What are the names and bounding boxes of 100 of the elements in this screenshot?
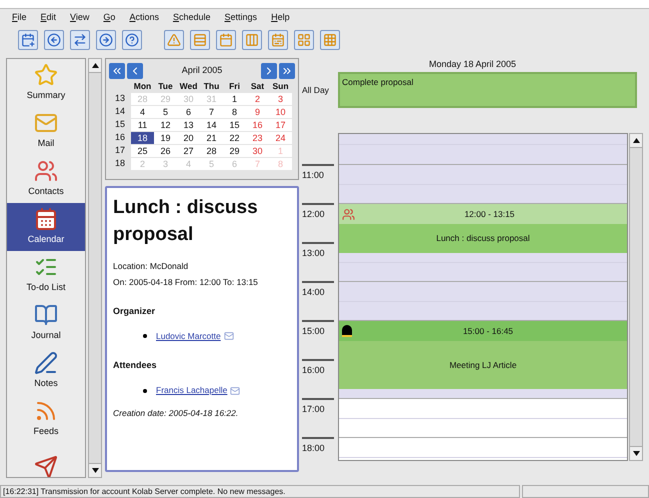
people-icon [34, 159, 58, 184]
day-cell[interactable]: 18 [131, 132, 154, 144]
day-cell[interactable]: 22 [223, 132, 246, 144]
all-day-event[interactable]: Complete proposal [338, 72, 637, 108]
day-cell[interactable]: 12 [154, 118, 177, 130]
envelope-icon[interactable] [230, 386, 240, 396]
forward-icon[interactable] [96, 30, 116, 50]
organizer-heading: Organizer [113, 304, 156, 318]
month-label: April 2005 [182, 64, 222, 78]
double-left-icon [111, 65, 123, 77]
organizer-link[interactable]: Ludovic Marcotte [156, 330, 221, 343]
previous-month-button[interactable] [127, 63, 143, 79]
day-cell[interactable]: 9 [246, 106, 269, 118]
sidebar-item[interactable]: Summary [7, 59, 85, 107]
day-cell[interactable]: 26 [154, 144, 177, 156]
columns-icon[interactable] [242, 30, 262, 50]
day-cell[interactable]: 3 [269, 92, 292, 104]
hour-slot[interactable] [339, 399, 627, 438]
day-cell[interactable]: 20 [177, 132, 200, 144]
transfer-icon[interactable] [70, 30, 90, 50]
menu-item[interactable]: Schedule [172, 10, 211, 24]
star-icon [34, 63, 58, 88]
envelope-icon[interactable] [224, 331, 234, 342]
event-location: Location: McDonald [113, 260, 190, 273]
hour-label: 15:00 [302, 325, 326, 338]
hour-slot[interactable] [339, 165, 627, 204]
scroll-up-icon[interactable] [92, 63, 98, 68]
back-icon[interactable] [44, 30, 64, 50]
scroll-up-icon[interactable] [632, 138, 640, 143]
scrollbar[interactable] [629, 133, 643, 461]
weekday-label: Fri [228, 80, 241, 92]
sidebar-item[interactable]: Calendar [7, 203, 85, 251]
sidebar-item[interactable]: Feeds [7, 395, 85, 443]
hour-label: 12:00 [302, 208, 326, 221]
day-cell[interactable]: 25 [131, 144, 154, 156]
week-number: 17 [114, 144, 126, 157]
hour-label: 13:00 [302, 247, 326, 260]
next-month-button[interactable] [261, 63, 277, 79]
day-cell[interactable]: 2 [246, 92, 269, 104]
next-year-button[interactable] [279, 63, 295, 79]
menu-item[interactable]: Help [271, 10, 290, 24]
creation-date: Creation date: 2005-04-18 16:22. [113, 407, 240, 420]
grid-icon[interactable] [294, 30, 314, 50]
day-cell[interactable]: 11 [131, 118, 154, 130]
scrollbar[interactable] [88, 58, 102, 478]
day-cell[interactable]: 13 [177, 118, 200, 130]
menu-item[interactable]: View [70, 10, 90, 24]
day-cell[interactable]: 5 [154, 106, 177, 118]
previous-year-button[interactable] [109, 63, 125, 79]
day-cell[interactable]: 6 [177, 106, 200, 118]
menu-item[interactable]: Settings [224, 10, 258, 24]
menu-item[interactable]: Actions [129, 10, 159, 24]
day-cell[interactable]: 17 [269, 118, 292, 130]
day-cell[interactable]: 24 [269, 132, 292, 144]
hour-label: 14:00 [302, 286, 326, 299]
day-cell[interactable]: 4 [131, 106, 154, 118]
menu-item[interactable]: Go [103, 10, 116, 24]
calendar-icon[interactable] [216, 30, 236, 50]
hour-slot[interactable] [339, 252, 627, 282]
week-view-icon[interactable] [268, 30, 288, 50]
day-cell[interactable]: 19 [154, 132, 177, 144]
day-cell[interactable]: 21 [200, 132, 223, 144]
status-message: [16:22:31] Transmission for account Kolab Server complete. No new messages. [0, 485, 520, 498]
day-cell[interactable]: 10 [269, 106, 292, 118]
hour-slot[interactable] [339, 134, 627, 165]
day-cell[interactable]: 16 [246, 118, 269, 130]
day-cell[interactable]: 27 [177, 144, 200, 156]
alert-icon[interactable] [164, 30, 184, 50]
sidebar-item[interactable]: Mail [7, 107, 85, 155]
rows-icon[interactable] [190, 30, 210, 50]
help-icon[interactable] [122, 30, 142, 50]
menu-item[interactable]: File [12, 10, 27, 24]
arrow-icon [34, 455, 58, 477]
hour-label: 17:00 [302, 403, 326, 416]
hour-slot[interactable] [339, 282, 627, 321]
weekday-label: Mon [132, 80, 152, 92]
day-cell[interactable]: 8 [223, 106, 246, 118]
sidebar-item[interactable]: Notes [7, 347, 85, 395]
day-cell[interactable]: 23 [246, 132, 269, 144]
sidebar-item[interactable]: Journal [7, 299, 85, 347]
day-cell[interactable]: 15 [223, 118, 246, 130]
hour-slot[interactable] [339, 389, 627, 399]
day-cell[interactable]: 7 [200, 106, 223, 118]
all-day-label: All Day [302, 84, 330, 96]
weekday-label: Sun [271, 80, 290, 92]
day-cell[interactable]: 14 [200, 118, 223, 130]
sidebar-item[interactable]: To-do List [7, 251, 85, 299]
menu-item[interactable]: Edit [40, 10, 56, 24]
sidebar-item[interactable]: Contacts [7, 155, 85, 203]
attendee-link[interactable]: Francis Lachapelle [156, 384, 228, 397]
day-cell[interactable]: 1 [223, 92, 246, 104]
day-cell[interactable]: 29 [223, 144, 246, 156]
day-cell[interactable]: 28 [200, 144, 223, 156]
hour-label: 11:00 [302, 169, 325, 182]
day-cell[interactable]: 30 [246, 144, 269, 156]
event-title: Lunch : discuss proposal [113, 196, 259, 247]
scroll-down-icon[interactable] [92, 468, 98, 473]
scroll-down-icon[interactable] [632, 451, 640, 456]
calendar-plus-icon[interactable] [18, 30, 38, 50]
month-grid-icon[interactable] [320, 30, 340, 50]
